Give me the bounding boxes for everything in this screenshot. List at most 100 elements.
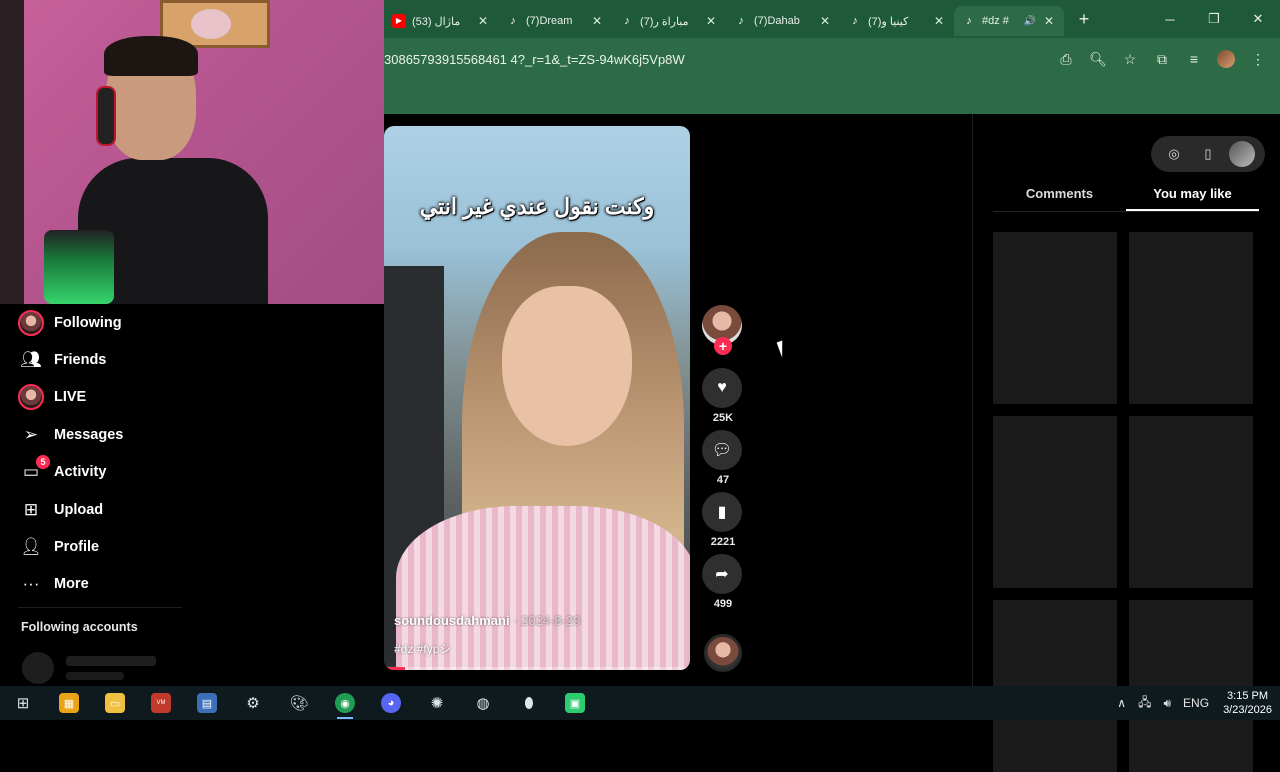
speaker-icon[interactable]: 🔊	[1024, 16, 1036, 27]
sidebar-item-live[interactable]: LIVE	[0, 379, 384, 416]
taskbar-chrome[interactable]: ◉	[322, 686, 368, 720]
taskbar-app-gps[interactable]: ◍	[460, 686, 506, 720]
network-icon[interactable]: 🖧︎	[1132, 693, 1157, 714]
tab-close-icon[interactable]: ✕	[932, 14, 946, 28]
video-progress-fill	[384, 667, 406, 670]
volume-icon[interactable]: 🔊︎	[1157, 696, 1177, 711]
follow-plus-icon[interactable]: +	[714, 337, 732, 355]
browser-tab-3[interactable]: ♪ (7)مباراة ر ✕	[612, 6, 726, 36]
video-hashtags[interactable]: #dz #fypシ	[394, 640, 451, 657]
taskbar-voicemeeter[interactable]: VM	[138, 686, 184, 720]
tiktok-icon: ♪	[966, 15, 972, 27]
suggestion-card[interactable]	[1129, 232, 1253, 404]
sidebar-item-label: Following	[54, 314, 122, 331]
tab-close-icon[interactable]: ✕	[590, 14, 604, 28]
sidebar-divider	[18, 607, 182, 608]
tab-comments[interactable]: Comments	[993, 180, 1126, 211]
explore-icon[interactable]: ◎	[1161, 141, 1187, 167]
taskbar-app-mouse[interactable]: ⬮	[506, 686, 552, 720]
window-controls: ─ ❐ ✕	[1148, 0, 1280, 38]
minimize-icon[interactable]: ─	[1148, 0, 1192, 38]
creator-thumb-icon[interactable]	[1229, 141, 1255, 167]
clock[interactable]: 3:15 PM 3/23/2026	[1215, 689, 1280, 717]
upload-icon: ⊞	[23, 499, 39, 519]
windows-taskbar: ⊞ ▦ ▭ VM ▤ ⚙ 🎨︎ ◉ ◕ ✺ ◍ ⬮ ▣ ∧ 🖧︎ 🔊︎ ENG …	[0, 686, 1280, 720]
youtube-icon: ▶	[392, 14, 406, 28]
video-player[interactable]: وكنت نقول عندي غير انتي soundousdahmani …	[384, 126, 690, 670]
share-button[interactable]: ➦	[702, 554, 742, 594]
menu-icon[interactable]: ⋮	[1242, 43, 1274, 75]
webcam-door	[0, 0, 24, 304]
taskbar-steelseries[interactable]: ⚙	[230, 686, 276, 720]
tiktok-icon: ♪	[852, 15, 858, 27]
url-field[interactable]: 30865793915568461 4?_r=1&_t=ZS-94wK6j5Vp…	[384, 52, 1050, 67]
share-count: 499	[713, 598, 733, 610]
browser-tab-1[interactable]: ▶ (53) ماژال ✕	[384, 6, 498, 36]
comment-button[interactable]: 💬︎	[702, 430, 742, 470]
suggestion-card[interactable]	[993, 232, 1117, 404]
tab-close-icon[interactable]: ✕	[476, 14, 490, 28]
taskbar-discord[interactable]: ◕	[368, 686, 414, 720]
save-button[interactable]: ▮	[702, 492, 742, 532]
browser-tab-4[interactable]: ♪ (7)Dahab ✕	[726, 6, 840, 36]
messages-icon: ➢	[23, 424, 39, 444]
tiktok-icon: ♪	[738, 15, 744, 27]
taskbar-app-fan[interactable]: ✺	[414, 686, 460, 720]
mouse-icon: ⬮	[524, 694, 534, 712]
chevron-up-icon[interactable]: ∧	[1111, 696, 1132, 710]
suggestion-card[interactable]	[1129, 416, 1253, 588]
video-progress-bar[interactable]	[384, 667, 690, 670]
tab-close-icon[interactable]: ✕	[704, 14, 718, 28]
creator-avatar[interactable]: +	[702, 305, 742, 355]
sidebar-item-profile[interactable]: 👤︎ Profile	[0, 528, 384, 565]
zoom-icon[interactable]: 🔍︎	[1082, 43, 1114, 75]
sidebar-item-activity[interactable]: ▭ 5 Activity	[0, 454, 384, 491]
taskbar-app-doc[interactable]: ▤	[184, 686, 230, 720]
sidebar-item-friends[interactable]: 👥︎ Friends	[0, 341, 384, 378]
friends-icon: 👥︎	[20, 350, 42, 370]
location-icon: ◍	[476, 695, 490, 712]
close-window-icon[interactable]: ✕	[1236, 0, 1280, 38]
suggestion-card[interactable]	[993, 416, 1117, 588]
browser-tab-active[interactable]: ♪ #dz # 🔊 ✕	[954, 6, 1064, 36]
music-disc[interactable]	[704, 634, 742, 672]
video-author[interactable]: soundousdahmani · 2024-8-29	[394, 613, 580, 628]
phone-icon[interactable]: ▯	[1195, 141, 1221, 167]
tiktok-icon: ♪	[624, 15, 630, 27]
browser-tab-5[interactable]: ♪ (7)كينيا و ✕	[840, 6, 954, 36]
taskbar-paint[interactable]: 🎨︎	[276, 686, 322, 720]
activity-badge: 5	[36, 455, 50, 470]
taskbar-app-green[interactable]: ▣	[552, 686, 598, 720]
store-icon: ▦	[59, 693, 79, 713]
tab-close-icon[interactable]: ✕	[818, 14, 832, 28]
voicemeeter-icon: VM	[151, 693, 171, 713]
taskbar-store[interactable]: ▦	[46, 686, 92, 720]
chrome-icon: ◉	[335, 693, 355, 713]
heart-icon: ♥	[717, 379, 727, 396]
mouse-cursor-icon	[776, 338, 794, 358]
system-tray: ∧ 🖧︎ 🔊︎ ENG 3:15 PM 3/23/2026	[1111, 686, 1280, 720]
new-tab-button[interactable]: +	[1070, 9, 1098, 30]
install-app-icon[interactable]: ⎙	[1050, 43, 1082, 75]
bookmark-star-icon[interactable]: ☆	[1114, 43, 1146, 75]
sidebar-item-upload[interactable]: ⊞ Upload	[0, 491, 384, 528]
profile-avatar[interactable]	[1210, 43, 1242, 75]
sidebar-item-following[interactable]: Following	[0, 304, 384, 341]
comment-count: 47	[716, 474, 730, 486]
sidebar-item-messages[interactable]: ➢ Messages	[0, 416, 384, 453]
like-button[interactable]: ♥	[702, 368, 742, 408]
restore-icon[interactable]: ❐	[1192, 0, 1236, 38]
tab-close-icon[interactable]: ✕	[1042, 14, 1056, 28]
bookmark-icon: ▮	[717, 504, 727, 521]
extensions-icon[interactable]: ⧉	[1146, 43, 1178, 75]
start-button[interactable]: ⊞	[0, 686, 46, 720]
sidebar-item-label: Messages	[54, 426, 124, 443]
browser-tab-2[interactable]: ♪ (7)Dream ✕	[498, 6, 612, 36]
media-control-icon[interactable]: ≡	[1178, 43, 1210, 75]
tab-you-may-like[interactable]: You may like	[1126, 180, 1259, 211]
taskbar-explorer[interactable]: ▭	[92, 686, 138, 720]
sidebar-item-more[interactable]: ··· More	[0, 566, 384, 603]
bookmark-bar	[384, 80, 1280, 114]
language-indicator[interactable]: ENG	[1177, 696, 1215, 710]
author-name[interactable]: soundousdahmani	[394, 613, 510, 628]
